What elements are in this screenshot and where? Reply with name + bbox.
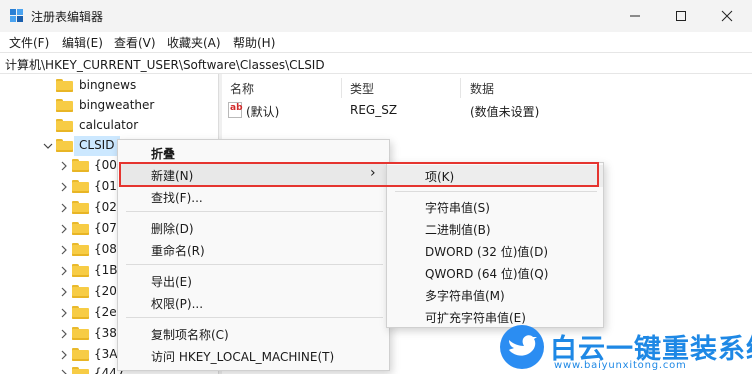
menu-item-label: 重命名(R) — [151, 244, 205, 258]
menu-item-label: 导出(E) — [151, 275, 192, 289]
submenu-item-string-value[interactable]: 字符串值(S) — [387, 196, 603, 218]
tree-node-bingweather[interactable]: bingweather — [0, 96, 218, 116]
address-bar[interactable]: 计算机\HKEY_CURRENT_USER\Software\Classes\C… — [0, 52, 752, 74]
chevron-right-icon[interactable] — [58, 219, 70, 239]
menu-bar: 文件(F) 编辑(E) 查看(V) 收藏夹(A) 帮助(H) — [0, 32, 752, 52]
menu-item-label: 查找(F)... — [151, 191, 203, 205]
chevron-right-icon[interactable] — [58, 345, 70, 365]
submenu-item-binary-value[interactable]: 二进制值(B) — [387, 218, 603, 240]
column-header-name[interactable]: 名称 — [230, 80, 254, 97]
maximize-button[interactable] — [658, 0, 704, 32]
menu-separator — [395, 191, 597, 192]
folder-icon — [72, 243, 89, 256]
tree-node-label: {1B — [94, 263, 118, 277]
folder-icon — [72, 159, 89, 172]
string-value-icon: ab — [228, 102, 243, 118]
menu-item-export[interactable]: 导出(E) — [118, 270, 389, 292]
tree-node-calculator[interactable]: calculator — [0, 116, 218, 136]
watermark-logo: 白云一键重装系统 www.baiyunxitong.com — [500, 325, 752, 374]
chevron-right-icon[interactable] — [58, 198, 70, 218]
maximize-icon — [676, 11, 686, 21]
tree-node-bingnews[interactable]: bingnews — [0, 76, 218, 96]
folder-icon — [72, 367, 89, 374]
chevron-right-icon[interactable] — [58, 303, 70, 323]
menu-separator — [126, 317, 383, 318]
menu-separator — [126, 264, 383, 265]
menu-separator — [126, 211, 383, 212]
menu-item-label: DWORD (32 位)值(D) — [425, 245, 548, 259]
menu-item-label: 访问 HKEY_LOCAL_MACHINE(T) — [151, 350, 335, 364]
submenu-item-multi-string-value[interactable]: 多字符串值(M) — [387, 284, 603, 306]
tree-node-label: CLSID — [79, 138, 115, 152]
menu-item-label: 删除(D) — [151, 222, 194, 236]
chevron-right-icon[interactable] — [58, 240, 70, 260]
annotation-highlight-box — [119, 162, 599, 187]
folder-icon — [56, 99, 73, 112]
close-button[interactable] — [704, 0, 750, 32]
menu-item-label: 可扩充字符串值(E) — [425, 311, 526, 325]
menu-item-label: 权限(P)... — [151, 297, 204, 311]
folder-icon — [72, 264, 89, 277]
window-title: 注册表编辑器 — [31, 10, 104, 24]
menu-item-label: 复制项名称(C) — [151, 328, 229, 342]
menu-item-label: QWORD (64 位)值(Q) — [425, 267, 549, 281]
menu-item-label: 多字符串值(M) — [425, 289, 505, 303]
chevron-right-icon[interactable] — [58, 261, 70, 281]
address-path[interactable]: 计算机\HKEY_CURRENT_USER\Software\Classes\C… — [5, 56, 325, 73]
tree-node-label: bingnews — [79, 78, 137, 92]
chevron-down-icon[interactable] — [42, 136, 54, 156]
column-header-data[interactable]: 数据 — [470, 80, 494, 97]
chevron-right-icon[interactable] — [58, 364, 70, 374]
close-icon — [721, 10, 733, 22]
menu-item-label: 折叠 — [151, 147, 176, 161]
bird-logo-icon — [500, 325, 544, 369]
folder-icon — [72, 306, 89, 319]
folder-icon — [72, 348, 89, 361]
menu-view[interactable]: 查看(V) — [114, 34, 156, 51]
menu-item-collapse[interactable]: 折叠 — [118, 142, 389, 164]
tree-node-label: calculator — [79, 118, 139, 132]
minimize-button[interactable] — [612, 0, 658, 32]
value-type-cell: REG_SZ — [350, 103, 398, 117]
folder-icon — [56, 139, 73, 152]
menu-help[interactable]: 帮助(H) — [233, 34, 275, 51]
tree-node-label: bingweather — [79, 98, 155, 112]
chevron-right-icon[interactable] — [58, 177, 70, 197]
column-header-type[interactable]: 类型 — [350, 80, 374, 97]
menu-item-goto-hklm[interactable]: 访问 HKEY_LOCAL_MACHINE(T) — [118, 345, 389, 367]
menu-item-label: 字符串值(S) — [425, 201, 490, 215]
folder-icon — [72, 327, 89, 340]
folder-icon — [72, 180, 89, 193]
menu-edit[interactable]: 编辑(E) — [62, 34, 103, 51]
folder-icon — [72, 285, 89, 298]
value-name-cell[interactable]: (默认) — [246, 103, 279, 120]
folder-icon — [72, 222, 89, 235]
folder-icon — [56, 119, 73, 132]
menu-item-copy-key-name[interactable]: 复制项名称(C) — [118, 323, 389, 345]
chevron-right-icon[interactable] — [58, 282, 70, 302]
menu-item-delete[interactable]: 删除(D) — [118, 217, 389, 239]
column-divider[interactable] — [341, 78, 342, 98]
menu-file[interactable]: 文件(F) — [9, 34, 49, 51]
submenu-item-dword-value[interactable]: DWORD (32 位)值(D) — [387, 240, 603, 262]
menu-item-find[interactable]: 查找(F)... — [118, 186, 389, 208]
submenu-item-qword-value[interactable]: QWORD (64 位)值(Q) — [387, 262, 603, 284]
menu-favorites[interactable]: 收藏夹(A) — [167, 34, 221, 51]
minimize-icon — [630, 15, 640, 17]
title-bar[interactable]: 注册表编辑器 — [0, 0, 752, 32]
chevron-right-icon[interactable] — [58, 324, 70, 344]
chevron-right-icon[interactable] — [58, 156, 70, 176]
value-data-cell: (数值未设置) — [470, 105, 540, 119]
registry-editor-icon — [10, 9, 24, 23]
tree-node-label: {3A — [94, 347, 118, 361]
column-divider[interactable] — [460, 78, 461, 98]
folder-icon — [56, 79, 73, 92]
menu-item-permissions[interactable]: 权限(P)... — [118, 292, 389, 314]
watermark-url: www.baiyunxitong.com — [554, 360, 687, 371]
menu-item-label: 二进制值(B) — [425, 223, 491, 237]
folder-icon — [72, 201, 89, 214]
menu-item-rename[interactable]: 重命名(R) — [118, 239, 389, 261]
